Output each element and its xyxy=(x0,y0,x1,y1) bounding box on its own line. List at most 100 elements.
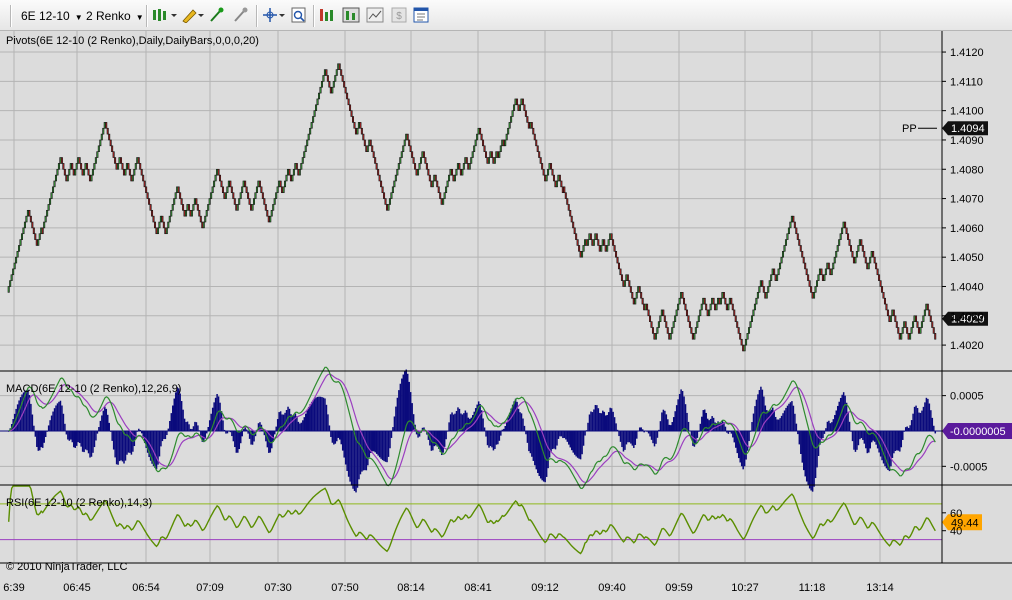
macd-histogram-bar[interactable] xyxy=(90,430,93,457)
macd-histogram-bar[interactable] xyxy=(78,430,81,444)
renko-brick[interactable] xyxy=(309,127,312,135)
renko-brick[interactable] xyxy=(388,198,391,205)
macd-histogram-bar[interactable] xyxy=(92,430,94,453)
renko-brick[interactable] xyxy=(634,297,637,305)
macd-histogram-bar[interactable] xyxy=(845,402,848,431)
renko-brick[interactable] xyxy=(29,215,32,223)
macd-histogram-bar[interactable] xyxy=(409,392,412,431)
macd-histogram-bar[interactable] xyxy=(312,399,314,431)
renko-brick[interactable] xyxy=(328,81,331,88)
renko-brick[interactable] xyxy=(276,186,279,194)
renko-brick[interactable] xyxy=(547,168,550,176)
macd-histogram-bar[interactable] xyxy=(565,430,567,440)
macd-histogram-bar[interactable] xyxy=(683,396,685,431)
macd-histogram-bar[interactable] xyxy=(767,411,770,431)
renko-brick[interactable] xyxy=(165,227,168,235)
macd-histogram-bar[interactable] xyxy=(313,398,316,431)
macd-histogram-bar[interactable] xyxy=(58,401,60,431)
renko-brick[interactable] xyxy=(931,321,934,328)
renko-brick[interactable] xyxy=(303,151,306,158)
macd-histogram-bar[interactable] xyxy=(670,425,672,431)
macd-histogram-bar[interactable] xyxy=(84,430,87,450)
renko-brick[interactable] xyxy=(23,221,26,229)
renko-brick[interactable] xyxy=(332,81,335,88)
renko-brick[interactable] xyxy=(315,104,318,111)
macd-histogram-bar[interactable] xyxy=(99,420,102,431)
renko-brick[interactable] xyxy=(526,116,529,123)
renko-brick[interactable] xyxy=(688,321,691,328)
macd-histogram-bar[interactable] xyxy=(378,430,381,458)
macd-histogram-bar[interactable] xyxy=(222,420,224,431)
renko-brick[interactable] xyxy=(117,163,120,170)
renko-brick[interactable] xyxy=(210,192,213,199)
macd-histogram-bar[interactable] xyxy=(418,430,421,437)
renko-brick[interactable] xyxy=(47,204,50,211)
draw-pen-icon[interactable] xyxy=(181,7,205,23)
instrument-selector[interactable]: 6E 12-10 ▼ xyxy=(17,6,87,26)
renko-brick[interactable] xyxy=(810,286,813,293)
renko-brick[interactable] xyxy=(504,139,507,147)
renko-brick[interactable] xyxy=(213,180,216,188)
renko-brick[interactable] xyxy=(239,192,242,199)
renko-brick[interactable] xyxy=(9,280,12,287)
renko-brick[interactable] xyxy=(854,256,857,264)
macd-histogram-bar[interactable] xyxy=(686,412,688,431)
macd-histogram-bar[interactable] xyxy=(81,430,84,452)
macd-histogram-bar[interactable] xyxy=(615,423,617,431)
macd-histogram-bar[interactable] xyxy=(237,430,239,453)
macd-histogram-bar[interactable] xyxy=(681,391,684,431)
macd-histogram-bar[interactable] xyxy=(464,410,467,431)
renko-brick[interactable] xyxy=(83,168,86,176)
renko-brick[interactable] xyxy=(338,63,341,70)
renko-brick[interactable] xyxy=(586,239,589,246)
renko-brick[interactable] xyxy=(474,139,477,147)
renko-brick[interactable] xyxy=(813,292,816,299)
renko-brick[interactable] xyxy=(617,262,620,270)
renko-brick[interactable] xyxy=(610,233,613,240)
renko-brick[interactable] xyxy=(867,262,870,270)
chart-style-icon[interactable] xyxy=(152,7,178,23)
macd-histogram-bar[interactable] xyxy=(550,430,552,452)
renko-brick[interactable] xyxy=(356,127,359,135)
renko-brick[interactable] xyxy=(745,338,748,346)
renko-brick[interactable] xyxy=(649,315,652,322)
renko-brick[interactable] xyxy=(471,151,474,158)
macd-histogram-bar[interactable] xyxy=(862,430,864,440)
macd-histogram-bar[interactable] xyxy=(607,412,610,431)
renko-brick[interactable] xyxy=(306,139,309,147)
macd-histogram-bar[interactable] xyxy=(185,421,187,431)
renko-brick[interactable] xyxy=(341,75,344,82)
renko-brick[interactable] xyxy=(412,157,415,164)
macd-histogram-bar[interactable] xyxy=(37,430,40,451)
renko-brick[interactable] xyxy=(516,98,519,106)
renko-brick[interactable] xyxy=(640,292,643,299)
renko-brick[interactable] xyxy=(417,168,420,176)
renko-brick[interactable] xyxy=(789,221,792,229)
macd-histogram-bar[interactable] xyxy=(559,430,561,437)
renko-brick[interactable] xyxy=(195,198,198,205)
renko-brick[interactable] xyxy=(808,280,811,287)
renko-brick[interactable] xyxy=(900,333,903,340)
renko-brick[interactable] xyxy=(932,327,935,334)
macd-histogram-bar[interactable] xyxy=(466,412,468,431)
renko-brick[interactable] xyxy=(174,192,177,199)
renko-brick[interactable] xyxy=(780,256,783,264)
chart-area[interactable]: PP 1.40941.4029 -0.0000005 49.44 6:39 06:4… xyxy=(0,31,1012,600)
macd-histogram-bar[interactable] xyxy=(743,430,746,467)
macd-histogram-bar[interactable] xyxy=(405,369,408,431)
macd-histogram-bar[interactable] xyxy=(640,427,642,431)
macd-histogram-bar[interactable] xyxy=(302,420,304,431)
crosshair-icon[interactable] xyxy=(262,7,286,23)
renko-brick[interactable] xyxy=(833,256,836,264)
renko-brick[interactable] xyxy=(409,145,412,152)
renko-brick[interactable] xyxy=(681,292,684,299)
renko-brick[interactable] xyxy=(52,186,55,194)
macd-histogram-bar[interactable] xyxy=(610,408,613,431)
macd-histogram-bar[interactable] xyxy=(896,430,898,451)
renko-brick[interactable] xyxy=(892,309,895,317)
renko-brick[interactable] xyxy=(350,110,353,117)
renko-brick[interactable] xyxy=(740,338,743,346)
macd-histogram-bar[interactable] xyxy=(665,414,668,431)
macd-histogram-bar[interactable] xyxy=(507,417,509,431)
macd-histogram-bar[interactable] xyxy=(621,430,623,448)
